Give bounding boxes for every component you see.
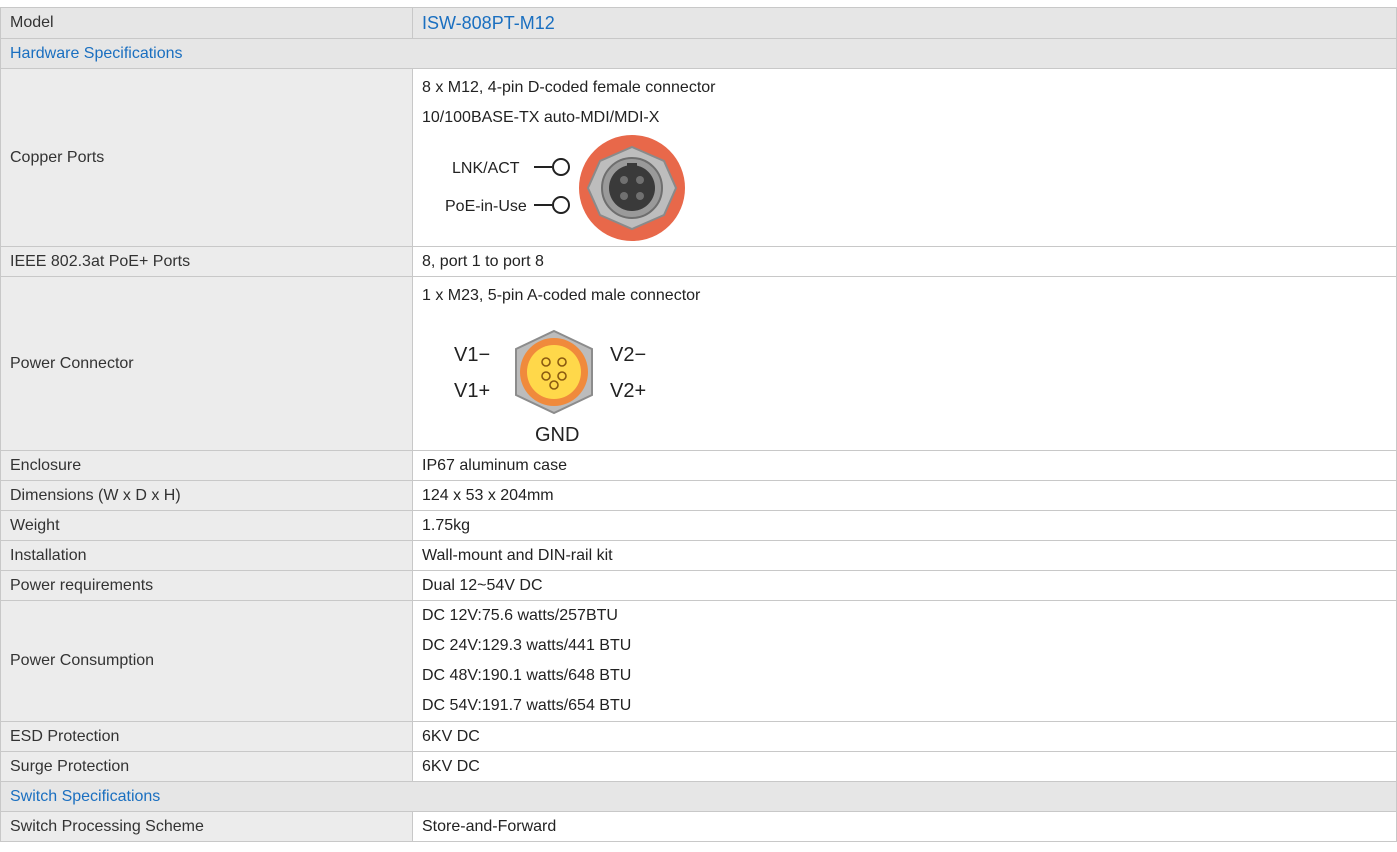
installation-value: Wall-mount and DIN-rail kit [412, 540, 1397, 571]
power-connector-label: Power Connector [0, 276, 413, 451]
processing-label: Switch Processing Scheme [0, 811, 413, 842]
pin-label-v2-plus: V2+ [610, 380, 646, 402]
m23-connector-illustration: V1− V1+ V2− V2+ GND [454, 329, 646, 446]
poe-ports-value: 8, port 1 to port 8 [412, 246, 1397, 277]
row-dimensions: Dimensions (W x D x H) 124 x 53 x 204mm [0, 480, 1397, 511]
surge-value: 6KV DC [412, 751, 1397, 782]
pin-label-v1-plus: V1+ [454, 380, 490, 402]
row-esd: ESD Protection 6KV DC [0, 721, 1397, 752]
row-power-consumption: Power Consumption DC 12V:75.6 watts/257B… [0, 600, 1397, 722]
section-switch-title: Switch Specifications [0, 781, 1397, 812]
power-consumption-line-4: DC 54V:191.7 watts/654 BTU [422, 697, 632, 714]
led-poe-in-use-icon [552, 195, 570, 214]
led-label-lnk-act: LNK/ACT [452, 160, 520, 177]
row-copper-ports: Copper Ports 8 x M12, 4-pin D-coded fema… [0, 68, 1397, 247]
m23-port-icon [515, 329, 593, 414]
pin-label-v1-minus: V1− [454, 344, 490, 366]
m12-port-icon [579, 134, 685, 241]
power-connector-line: 1 x M23, 5-pin A-coded male connector [422, 286, 701, 304]
row-model: Model ISW-808PT-M12 [0, 7, 1397, 39]
dimensions-label: Dimensions (W x D x H) [0, 480, 413, 511]
power-consumption-label: Power Consumption [0, 600, 413, 722]
model-label: Model [0, 7, 413, 39]
enclosure-label: Enclosure [0, 450, 413, 481]
esd-label: ESD Protection [0, 721, 413, 752]
row-power-requirements: Power requirements Dual 12~54V DC [0, 570, 1397, 601]
led-lnk-act-icon [552, 157, 570, 176]
power-consumption-line-1: DC 12V:75.6 watts/257BTU [422, 607, 618, 624]
row-surge: Surge Protection 6KV DC [0, 751, 1397, 782]
led-label-poe-in-use: PoE-in-Use [445, 198, 527, 215]
poe-ports-label: IEEE 802.3at PoE+ Ports [0, 246, 413, 277]
row-installation: Installation Wall-mount and DIN-rail kit [0, 540, 1397, 571]
pin-label-gnd: GND [535, 424, 579, 446]
power-requirements-value: Dual 12~54V DC [412, 570, 1397, 601]
power-consumption-line-2: DC 24V:129.3 watts/441 BTU [422, 637, 632, 654]
weight-value: 1.75kg [412, 510, 1397, 541]
row-enclosure: Enclosure IP67 aluminum case [0, 450, 1397, 481]
enclosure-value: IP67 aluminum case [412, 450, 1397, 481]
copper-ports-line-1: 8 x M12, 4-pin D-coded female connector [422, 78, 716, 96]
dimensions-value: 124 x 53 x 204mm [412, 480, 1397, 511]
spec-table: Model ISW-808PT-M12 Hardware Specificati… [0, 7, 1397, 842]
installation-label: Installation [0, 540, 413, 571]
row-power-connector: Power Connector 1 x M23, 5-pin A-coded m… [0, 276, 1397, 451]
copper-ports-line-2: 10/100BASE-TX auto-MDI/MDI-X [422, 108, 660, 126]
processing-value: Store-and-Forward [412, 811, 1397, 842]
copper-ports-label: Copper Ports [0, 68, 413, 247]
model-value: ISW-808PT-M12 [412, 7, 1397, 39]
weight-label: Weight [0, 510, 413, 541]
power-requirements-label: Power requirements [0, 570, 413, 601]
row-poe-ports: IEEE 802.3at PoE+ Ports 8, port 1 to por… [0, 246, 1397, 277]
section-hardware-title: Hardware Specifications [0, 38, 1397, 69]
pin-label-v2-minus: V2− [610, 344, 646, 366]
m12-connector-illustration: LNK/ACT PoE-in-Use [445, 134, 685, 241]
esd-value: 6KV DC [412, 721, 1397, 752]
surge-label: Surge Protection [0, 751, 413, 782]
row-weight: Weight 1.75kg [0, 510, 1397, 541]
row-processing: Switch Processing Scheme Store-and-Forwa… [0, 811, 1397, 842]
section-switch: Switch Specifications [0, 781, 1397, 812]
power-consumption-line-3: DC 48V:190.1 watts/648 BTU [422, 667, 632, 684]
section-hardware: Hardware Specifications [0, 38, 1397, 69]
